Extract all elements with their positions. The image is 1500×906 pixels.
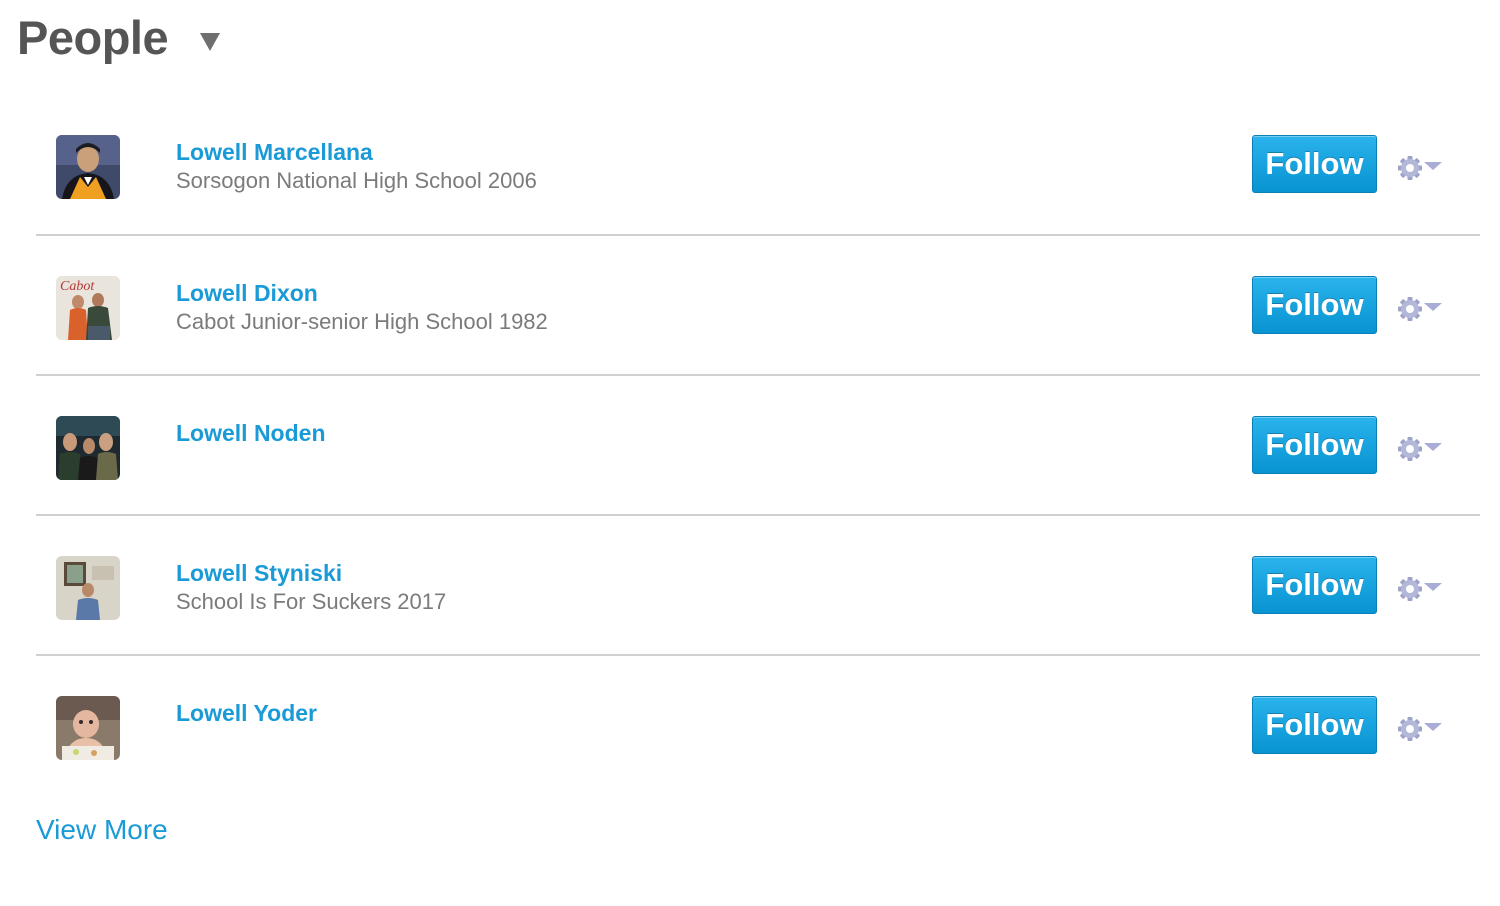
person-info: Lowell Yoder (176, 700, 317, 729)
list-item: Lowell Styniski School Is For Suckers 20… (36, 514, 1480, 654)
person-name-link[interactable]: Lowell Marcellana (176, 139, 537, 165)
follow-button[interactable]: Follow (1252, 556, 1377, 614)
list-item: Lowell Noden Follow (36, 374, 1480, 514)
people-page: People Lowell Marcellana Sorsogon Nation… (0, 0, 1500, 906)
chevron-down-icon (1424, 303, 1442, 311)
follow-button[interactable]: Follow (1252, 135, 1377, 193)
avatar[interactable] (56, 416, 120, 480)
person-name-link[interactable]: Lowell Dixon (176, 280, 548, 306)
person-school: Cabot Junior-senior High School 1982 (176, 309, 548, 334)
gear-icon (1398, 577, 1422, 601)
view-more-link[interactable]: View More (36, 812, 168, 848)
list-item: Lowell Marcellana Sorsogon National High… (36, 94, 1480, 234)
settings-menu[interactable] (1396, 434, 1448, 462)
person-name-link[interactable]: Lowell Yoder (176, 700, 317, 726)
gear-icon (1398, 297, 1422, 321)
people-list: Lowell Marcellana Sorsogon National High… (36, 94, 1480, 794)
person-info: Lowell Noden (176, 420, 326, 449)
person-name-link[interactable]: Lowell Styniski (176, 560, 446, 586)
person-info: Lowell Dixon Cabot Junior-senior High Sc… (176, 280, 548, 335)
chevron-down-icon (1424, 723, 1442, 731)
follow-button[interactable]: Follow (1252, 696, 1377, 754)
avatar[interactable] (56, 696, 120, 760)
avatar[interactable]: Cabot (56, 276, 120, 340)
chevron-down-icon (1424, 583, 1442, 591)
list-item: Cabot Lowell Dixon Cabot Junior-senior H… (36, 234, 1480, 374)
settings-menu[interactable] (1396, 153, 1448, 181)
people-header: People (17, 8, 221, 68)
svg-text:Cabot: Cabot (60, 279, 95, 294)
gear-icon (1398, 717, 1422, 741)
person-info: Lowell Marcellana Sorsogon National High… (176, 139, 537, 194)
follow-button[interactable]: Follow (1252, 276, 1377, 334)
avatar[interactable] (56, 135, 120, 199)
person-school: School Is For Suckers 2017 (176, 589, 447, 614)
chevron-down-icon (1424, 443, 1442, 451)
list-item: Lowell Yoder Follow (36, 654, 1480, 794)
person-name-link[interactable]: Lowell Noden (176, 420, 326, 446)
follow-button[interactable]: Follow (1252, 416, 1377, 474)
chevron-down-icon (1424, 162, 1442, 170)
caret-down-icon[interactable] (200, 33, 221, 51)
gear-icon (1398, 156, 1422, 180)
page-title: People (17, 11, 169, 64)
person-info: Lowell Styniski School Is For Suckers 20… (176, 560, 446, 615)
settings-menu[interactable] (1396, 714, 1448, 742)
settings-menu[interactable] (1396, 574, 1448, 602)
settings-menu[interactable] (1396, 294, 1448, 322)
gear-icon (1398, 437, 1422, 461)
avatar[interactable] (56, 556, 120, 620)
person-school: Sorsogon National High School 2006 (176, 168, 537, 193)
